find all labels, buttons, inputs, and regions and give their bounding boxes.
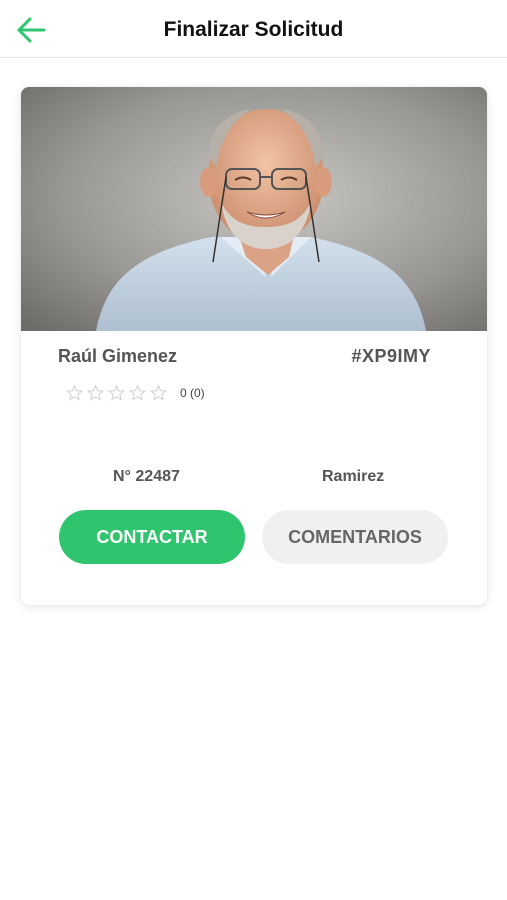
driver-name: Raúl Gimenez xyxy=(58,346,178,366)
star-icon xyxy=(128,384,147,401)
star-icon xyxy=(149,384,168,401)
page-title: Finalizar Solicitud xyxy=(163,18,344,41)
comments-button[interactable]: COMENTARIOS xyxy=(262,510,448,564)
driver-district: Ramirez xyxy=(322,468,385,485)
driver-photo xyxy=(21,87,487,331)
contact-button[interactable]: CONTACTAR xyxy=(59,510,245,564)
star-icon xyxy=(65,384,84,401)
rating-text: 0 (0) xyxy=(180,386,205,400)
rating-stars xyxy=(65,384,168,402)
driver-card: Raúl Gimenez #XP9IMY 0 (0) N° 22487 Rami… xyxy=(21,87,487,605)
star-icon xyxy=(86,384,105,401)
driver-number: N° 22487 xyxy=(113,468,180,485)
driver-code: #XP9IMY xyxy=(351,346,431,366)
header-bar: Finalizar Solicitud xyxy=(0,0,507,58)
star-icon xyxy=(107,384,126,401)
